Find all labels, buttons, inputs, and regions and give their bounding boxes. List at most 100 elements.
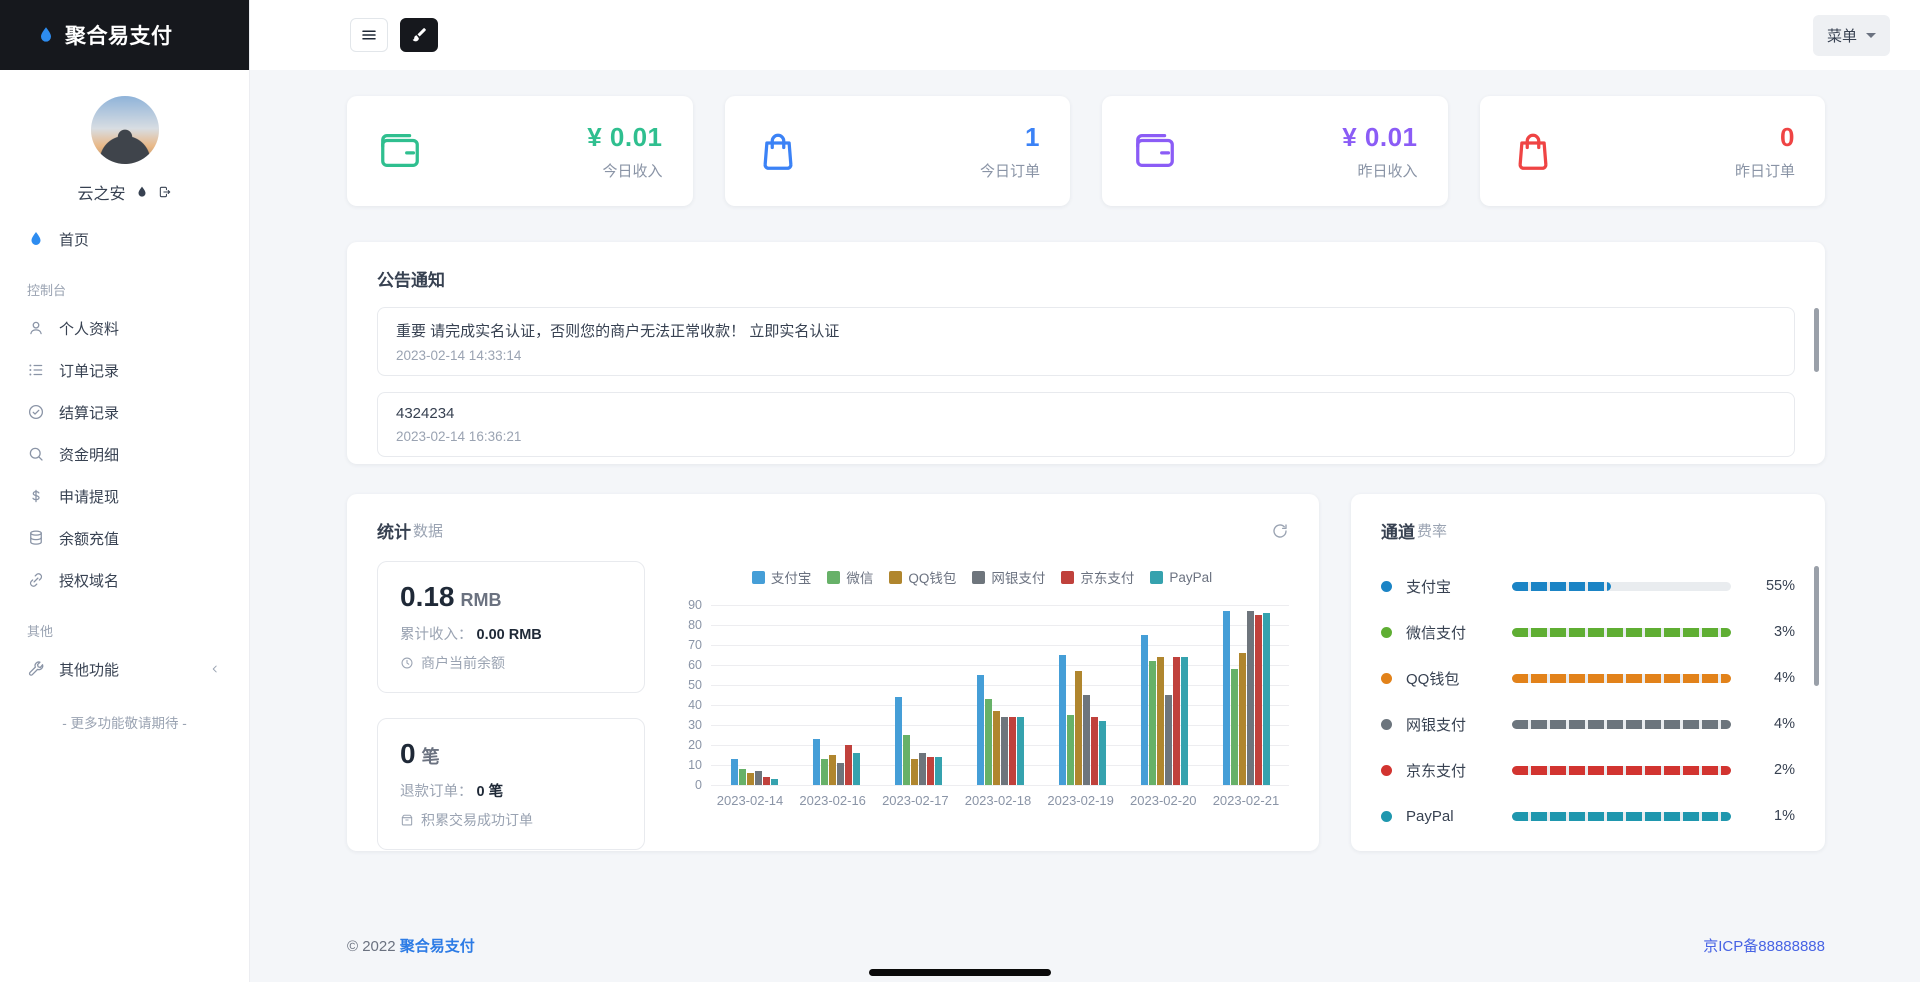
bar (1255, 615, 1262, 785)
sidebar-item[interactable]: 授权域名 (0, 559, 249, 601)
droplet-icon (27, 230, 45, 248)
rate-percent: 3% (1745, 624, 1795, 640)
y-tick-label: 40 (688, 698, 702, 712)
theme-droplet-icon[interactable] (135, 185, 149, 199)
bar (1231, 669, 1238, 785)
statistics-title-light: 数据 (413, 520, 443, 541)
scrollbar-thumb[interactable] (1814, 566, 1819, 686)
clock-icon (400, 656, 414, 670)
bar (1091, 717, 1098, 785)
stat-text: 1今日订单 (980, 122, 1040, 181)
balance-unit: RMB (461, 590, 502, 610)
bottom-row: 统计 数据 0.18RMB (347, 494, 1825, 851)
main-area: 菜单 ¥ 0.01今日收入1今日订单¥ 0.01昨日收入0昨日订单 公告通知 重… (250, 0, 1920, 982)
bar (1173, 657, 1180, 785)
rates-title: 通道 (1381, 518, 1415, 543)
bar (763, 777, 770, 785)
sidebar-item[interactable]: 订单记录 (0, 349, 249, 391)
rate-progress-fill (1512, 628, 1731, 637)
bar (771, 779, 778, 785)
rates-title-light: 费率 (1417, 520, 1447, 541)
sidebar-item[interactable]: 余额充值 (0, 517, 249, 559)
announcement-item[interactable]: 43242342023-02-14 16:36:21 (377, 392, 1795, 457)
bar (1009, 717, 1016, 785)
sidebar-item-label: 其他功能 (59, 659, 119, 680)
y-tick-label: 70 (688, 638, 702, 652)
rate-dot (1381, 765, 1392, 776)
sidebar-item-home[interactable]: 首页 (0, 218, 249, 260)
check-circle-icon (27, 403, 45, 421)
avatar[interactable] (91, 96, 159, 164)
legend-item[interactable]: 支付宝 (752, 567, 812, 587)
chart-plot: 0102030405060708090 (711, 605, 1289, 785)
rate-progress-track (1512, 582, 1731, 591)
rate-progress-track (1512, 812, 1731, 821)
rate-row: 支付宝55% (1381, 563, 1795, 609)
menu-dropdown[interactable]: 菜单 (1813, 15, 1890, 56)
bar (853, 753, 860, 785)
legend-item[interactable]: 京东支付 (1061, 567, 1134, 587)
gridline (711, 785, 1289, 786)
sidebar: 聚合易支付 云之安 首页 控制台个人资料订单记录结算记录资金明细申请 (0, 0, 250, 982)
scrollbar-thumb[interactable] (1814, 308, 1819, 372)
bar (1017, 717, 1024, 785)
icp-link[interactable]: 京ICP备88888888 (1703, 935, 1825, 956)
bar-group (1207, 611, 1285, 785)
bar (1075, 671, 1082, 785)
collapse-sidebar-button[interactable] (350, 18, 388, 52)
stat-card: 1今日订单 (725, 96, 1071, 206)
rate-label: QQ钱包 (1406, 668, 1498, 689)
rate-percent: 55% (1745, 578, 1795, 594)
rates-list: 支付宝55%微信支付3%QQ钱包4%网银支付4%京东支付2%PayPal1% (1351, 559, 1825, 839)
income-label: 累计收入： (400, 627, 473, 643)
menu-dropdown-label: 菜单 (1827, 25, 1857, 46)
legend-swatch (1150, 571, 1163, 584)
sidebar-item[interactable]: 申请提现 (0, 475, 249, 517)
refresh-icon[interactable] (1271, 522, 1289, 540)
legend-item[interactable]: 网银支付 (972, 567, 1045, 587)
bar-group (961, 675, 1039, 785)
announcement-text: 重要 请完成实名认证，否则您的商户无法正常收款！ 立即实名认证 (396, 320, 1776, 341)
rate-row: 网银支付4% (1381, 701, 1795, 747)
rate-row: PayPal1% (1381, 793, 1795, 839)
user-icon (27, 319, 45, 337)
list-icon (27, 361, 45, 379)
rate-progress-fill (1512, 582, 1611, 591)
nav-section-label: 控制台 (0, 260, 249, 307)
rate-progress-fill (1512, 674, 1731, 683)
wallet-icon (377, 128, 423, 174)
stat-label: 昨日订单 (1735, 160, 1795, 181)
announcements-card: 公告通知 重要 请完成实名认证，否则您的商户无法正常收款！ 立即实名认证2023… (347, 242, 1825, 464)
legend-item[interactable]: PayPal (1150, 567, 1212, 587)
x-tick-label: 2023-02-19 (1042, 793, 1120, 808)
bar (1181, 657, 1188, 785)
rate-progress-track (1512, 766, 1731, 775)
rates-card: 通道 费率 支付宝55%微信支付3%QQ钱包4%网银支付4%京东支付2%PayP… (1351, 494, 1825, 851)
bar-group (1043, 655, 1121, 785)
sidebar-item[interactable]: 个人资料 (0, 307, 249, 349)
legend-swatch (1061, 571, 1074, 584)
theme-button[interactable] (400, 18, 438, 52)
footer-brand-link[interactable]: 聚合易支付 (400, 938, 475, 955)
stat-card: 0昨日订单 (1480, 96, 1826, 206)
rate-progress-track (1512, 720, 1731, 729)
legend-item[interactable]: QQ钱包 (889, 567, 956, 587)
sidebar-item-label: 授权域名 (59, 570, 119, 591)
legend-item[interactable]: 微信 (827, 567, 873, 587)
sidebar-item[interactable]: 资金明细 (0, 433, 249, 475)
y-tick-label: 90 (688, 598, 702, 612)
logout-icon[interactable] (158, 185, 172, 199)
stat-value: ¥ 0.01 (587, 122, 662, 153)
bar (1141, 635, 1148, 785)
bar-groups (715, 605, 1285, 785)
sidebar-item[interactable]: 结算记录 (0, 391, 249, 433)
bar-group (715, 759, 793, 785)
x-tick-label: 2023-02-17 (876, 793, 954, 808)
announcement-item[interactable]: 重要 请完成实名认证，否则您的商户无法正常收款！ 立即实名认证2023-02-1… (377, 307, 1795, 376)
droplet-logo-icon (36, 25, 56, 45)
username: 云之安 (77, 180, 125, 204)
income-value: 0.00 RMB (477, 627, 542, 643)
sidebar-item[interactable]: 其他功能 (0, 648, 249, 690)
rate-progress-fill (1512, 720, 1731, 729)
page-footer: © 2022 聚合易支付 京ICP备88888888 (347, 935, 1825, 956)
